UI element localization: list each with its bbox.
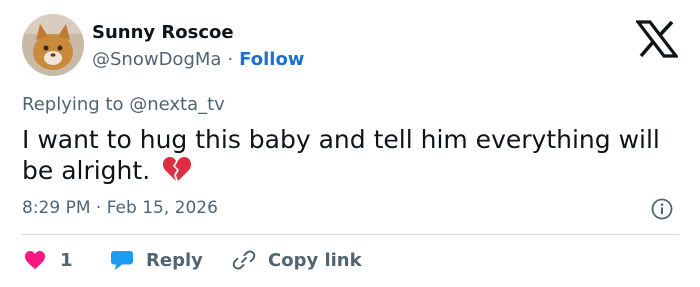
like-button[interactable]: 1: [24, 246, 73, 274]
heart-icon: [25, 251, 45, 269]
x-logo-icon[interactable]: [636, 20, 678, 58]
divider: [22, 234, 679, 235]
copy-link-button[interactable]: Copy link: [232, 246, 362, 274]
author-handle[interactable]: @SnowDogMa: [92, 49, 221, 70]
replying-to: Replying to @nexta_tv: [22, 94, 225, 115]
replying-prefix: Replying to: [22, 94, 124, 115]
link-icon: [232, 250, 256, 270]
author-name[interactable]: Sunny Roscoe: [92, 22, 234, 43]
like-count: 1: [60, 249, 73, 271]
tweet-text: I want to hug this baby and tell him eve…: [22, 125, 660, 185]
author-subline: @SnowDogMa · Follow: [92, 49, 304, 70]
copy-link-label: Copy link: [268, 249, 362, 271]
avatar[interactable]: [22, 14, 84, 76]
broken-heart-icon: [163, 157, 192, 181]
reply-button[interactable]: Reply: [110, 246, 203, 274]
info-icon[interactable]: [651, 198, 673, 220]
reply-bubble-icon: [111, 251, 133, 270]
timestamp[interactable]: 8:29 PM · Feb 15, 2026: [22, 198, 218, 218]
reply-label: Reply: [146, 249, 203, 271]
replying-mention[interactable]: @nexta_tv: [129, 94, 225, 115]
tweet-body: I want to hug this baby and tell him eve…: [22, 124, 682, 186]
tweet-card: Sunny Roscoe @SnowDogMa · Follow Replying …: [0, 0, 700, 287]
follow-button[interactable]: Follow: [239, 49, 304, 70]
avatar-photo-icon: [22, 14, 84, 76]
separator-dot: ·: [227, 49, 234, 70]
